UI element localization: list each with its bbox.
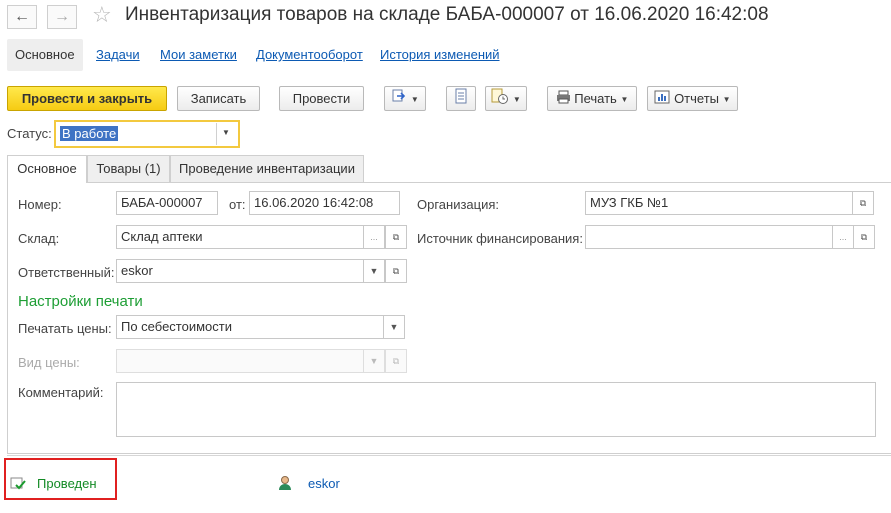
responsible-label: Ответственный: <box>18 265 115 280</box>
organization-label: Организация: <box>417 197 500 212</box>
number-field[interactable]: БАБА-000007 <box>116 191 218 215</box>
back-button[interactable]: ← <box>7 5 37 29</box>
warehouse-field[interactable]: Склад аптеки <box>116 225 364 249</box>
user-icon <box>278 475 292 494</box>
reports-button-label: Отчеты <box>674 91 719 106</box>
chevron-down-icon: ▼ <box>512 95 521 105</box>
arrow-left-icon: ← <box>14 8 30 25</box>
print-prices-select[interactable]: По себестоимости <box>116 315 384 339</box>
print-prices-dropdown-button[interactable]: ▼ <box>383 315 405 339</box>
price-type-dropdown-button[interactable]: ▼ <box>363 349 385 373</box>
ellipsis-icon: ... <box>839 232 847 242</box>
status-label: Статус: <box>7 126 52 141</box>
open-window-icon: ⧉ <box>859 198 867 208</box>
funding-source-field[interactable] <box>585 225 833 249</box>
open-window-icon: ⧉ <box>392 232 400 242</box>
open-warehouse-button[interactable]: ⧉ <box>385 225 407 249</box>
posted-document-icon <box>10 475 26 494</box>
ellipsis-icon: ... <box>370 232 378 242</box>
tab-docflow[interactable]: Документооборот <box>256 47 363 62</box>
print-button[interactable]: Печать ▼ <box>547 86 637 111</box>
tab-history[interactable]: История изменений <box>380 47 500 62</box>
forward-button[interactable]: → <box>47 5 77 29</box>
tab-main[interactable]: Основное <box>7 39 83 71</box>
form-tab-main[interactable]: Основное <box>7 155 87 183</box>
create-based-on-button[interactable]: ▼ <box>384 86 426 111</box>
open-organization-button[interactable]: ⧉ <box>852 191 874 215</box>
status-value: В работе <box>60 126 119 141</box>
related-documents-button[interactable]: ▼ <box>485 86 527 111</box>
footer-divider <box>7 455 891 456</box>
printer-icon <box>556 88 571 111</box>
reports-button[interactable]: Отчеты ▼ <box>647 86 738 111</box>
date-field[interactable]: 16.06.2020 16:42:08 <box>249 191 400 215</box>
funding-select-button[interactable]: ... <box>832 225 854 249</box>
create-based-icon <box>391 88 407 111</box>
status-select[interactable]: В работе <box>54 120 240 148</box>
tab-tasks[interactable]: Задачи <box>96 47 140 62</box>
post-button[interactable]: Провести <box>279 86 364 111</box>
arrow-right-icon: → <box>54 8 70 25</box>
document-clock-icon <box>491 88 509 111</box>
chevron-down-icon: ▼ <box>410 95 419 105</box>
print-settings-title: Настройки печати <box>18 293 143 310</box>
date-label: от: <box>229 197 246 212</box>
chevron-down-icon[interactable]: ▼ <box>222 128 230 137</box>
warehouse-select-button[interactable]: ... <box>363 225 385 249</box>
open-window-icon: ⧉ <box>860 232 868 242</box>
posted-status: Проведен <box>37 476 97 491</box>
form-tab-goods[interactable]: Товары (1) <box>87 155 170 182</box>
chevron-down-icon: ▼ <box>369 356 379 366</box>
open-window-icon: ⧉ <box>392 356 400 366</box>
form-tab-inventory[interactable]: Проведение инвентаризации <box>170 155 364 182</box>
comment-textarea[interactable] <box>116 382 876 437</box>
chevron-down-icon: ▼ <box>389 322 399 332</box>
print-prices-label: Печатать цены: <box>18 321 112 336</box>
favorite-star-icon[interactable]: ☆ <box>92 2 112 28</box>
chevron-down-icon: ▼ <box>620 95 629 105</box>
open-window-icon: ⧉ <box>392 266 400 276</box>
open-price-type-button[interactable]: ⧉ <box>385 349 407 373</box>
document-list-button[interactable] <box>446 86 476 111</box>
save-button[interactable]: Записать <box>177 86 260 111</box>
post-and-close-button[interactable]: Провести и закрыть <box>7 86 167 111</box>
comment-label: Комментарий: <box>18 385 104 400</box>
tab-my-notes[interactable]: Мои заметки <box>160 47 237 62</box>
price-type-label: Вид цены: <box>18 355 80 370</box>
chevron-down-icon: ▼ <box>369 266 379 276</box>
print-button-label: Печать <box>574 91 617 106</box>
open-funding-button[interactable]: ⧉ <box>853 225 875 249</box>
funding-source-label: Источник финансирования: <box>417 231 583 246</box>
author-link[interactable]: eskor <box>308 476 340 491</box>
reports-icon <box>654 88 670 111</box>
window-title: Инвентаризация товаров на складе БАБА-00… <box>125 4 769 25</box>
divider <box>216 123 217 145</box>
number-label: Номер: <box>18 197 62 212</box>
chevron-down-icon: ▼ <box>722 95 731 105</box>
list-document-icon <box>454 88 468 111</box>
open-responsible-button[interactable]: ⧉ <box>385 259 407 283</box>
price-type-select[interactable] <box>116 349 364 373</box>
warehouse-label: Склад: <box>18 231 60 246</box>
responsible-dropdown-button[interactable]: ▼ <box>363 259 385 283</box>
responsible-field[interactable]: eskor <box>116 259 364 283</box>
organization-field[interactable]: МУЗ ГКБ №1 <box>585 191 853 215</box>
